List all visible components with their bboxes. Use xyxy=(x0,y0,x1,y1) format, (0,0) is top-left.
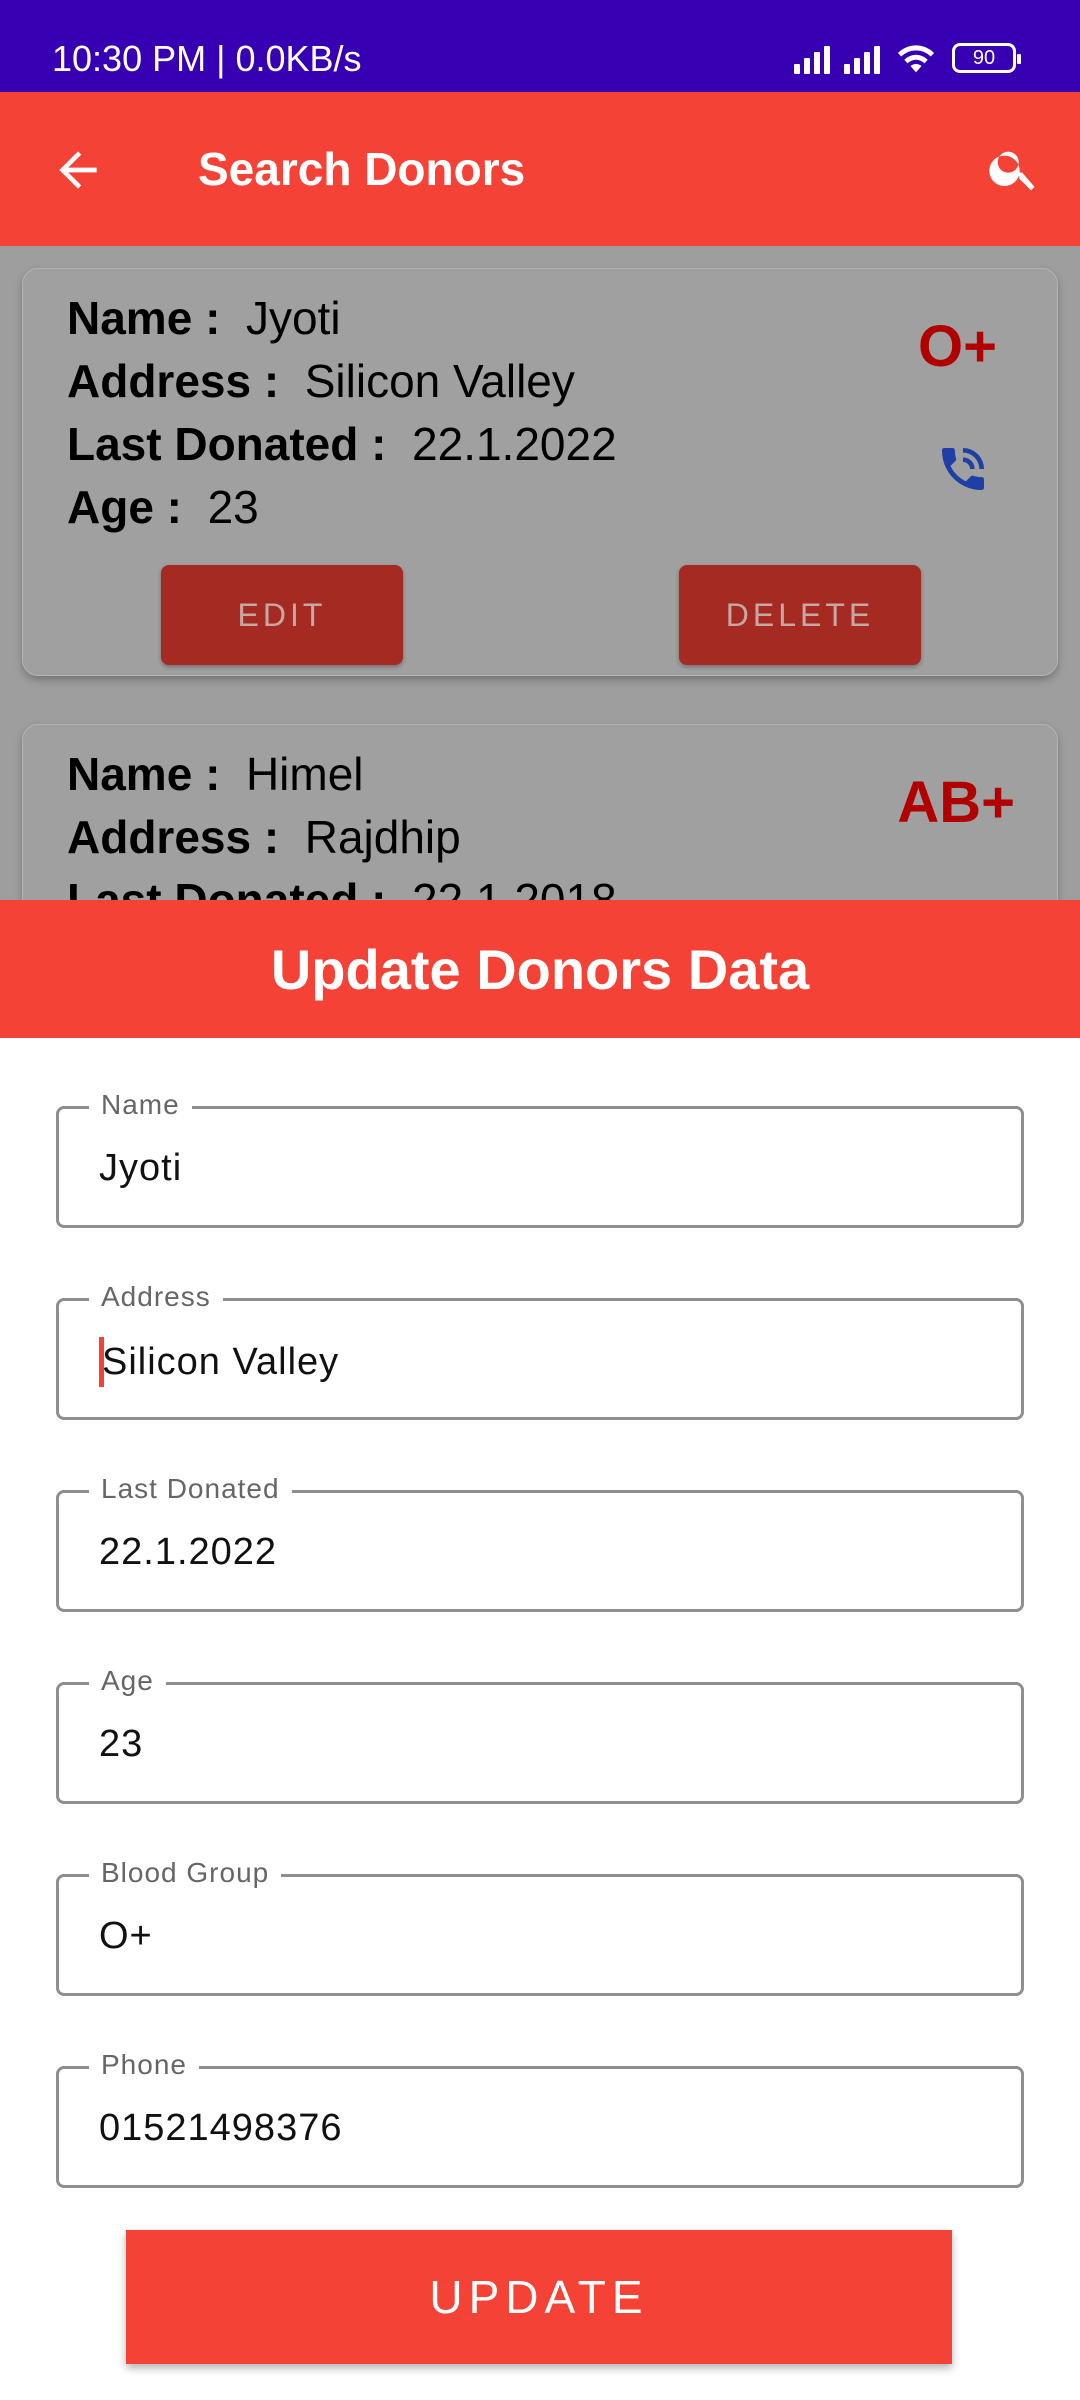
name-input[interactable]: Jyoti xyxy=(99,1147,182,1190)
edit-button[interactable]: EDIT xyxy=(161,565,403,665)
battery-level: 90 xyxy=(972,46,996,69)
donor-name: Himel xyxy=(245,748,364,800)
text-cursor xyxy=(99,1337,104,1387)
name-label: Name : xyxy=(67,748,221,800)
app-bar: Search Donors xyxy=(0,92,1080,246)
donor-last-donated-row: Last Donated : 22.1.2022 xyxy=(67,417,617,471)
field-label: Name xyxy=(89,1089,192,1121)
last-donated-field[interactable]: Last Donated 22.1.2022 xyxy=(56,1473,1024,1612)
name-label: Name : xyxy=(67,292,221,344)
address-input-wrap[interactable]: Silicon Valley xyxy=(99,1337,339,1389)
battery-icon: 90 xyxy=(952,43,1021,73)
update-dialog: Update Donors Data Name Jyoti Address Si… xyxy=(0,900,1080,2400)
donor-last-donated-row: Last Donated : 22.1.2018 xyxy=(67,873,617,900)
donor-address-row: Address : Rajdhip xyxy=(67,810,461,864)
age-label: Age : xyxy=(67,481,182,533)
age-field[interactable]: Age 23 xyxy=(56,1665,1024,1804)
field-label: Address xyxy=(89,1281,223,1313)
field-label: Age xyxy=(89,1665,166,1697)
name-field[interactable]: Name Jyoti xyxy=(56,1089,1024,1228)
page-title: Search Donors xyxy=(198,143,526,195)
donor-address: Rajdhip xyxy=(304,811,461,863)
address-label: Address : xyxy=(67,355,280,407)
status-icons: 90 xyxy=(794,40,1021,76)
donor-address-row: Address : Silicon Valley xyxy=(67,354,575,408)
donor-age: 23 xyxy=(207,481,259,533)
last-donated-label: Last Donated : xyxy=(67,874,387,900)
delete-button[interactable]: DELETE xyxy=(679,565,921,665)
status-bar: 10:30 PM | 0.0KB/s 90 xyxy=(0,0,1080,92)
phone-field[interactable]: Phone 01521498376 xyxy=(56,2049,1024,2188)
phone-input[interactable]: 01521498376 xyxy=(99,2107,342,2150)
donor-name-row: Name : Jyoti xyxy=(67,291,341,345)
last-donated-input[interactable]: 22.1.2022 xyxy=(99,1531,277,1574)
field-label: Last Donated xyxy=(89,1473,292,1505)
donor-address: Silicon Valley xyxy=(304,355,575,407)
last-donated-label: Last Donated : xyxy=(67,418,387,470)
status-time: 10:30 PM | 0.0KB/s xyxy=(52,38,362,79)
blood-group-badge: AB+ xyxy=(897,770,1015,835)
blood-group-input[interactable]: O+ xyxy=(99,1915,153,1958)
search-icon[interactable] xyxy=(986,140,1042,196)
age-input[interactable]: 23 xyxy=(99,1723,143,1766)
field-label: Phone xyxy=(89,2049,199,2081)
donor-list: Name : Jyoti Address : Silicon Valley La… xyxy=(0,246,1080,900)
wifi-icon xyxy=(898,45,934,73)
donor-last-donated: 22.1.2018 xyxy=(412,874,617,900)
phone-call-icon[interactable] xyxy=(935,441,991,497)
blood-group-field[interactable]: Blood Group O+ xyxy=(56,1857,1024,1996)
update-button[interactable]: UPDATE xyxy=(126,2230,952,2364)
donor-name-row: Name : Himel xyxy=(67,747,364,801)
signal-icon xyxy=(844,42,880,74)
address-field[interactable]: Address Silicon Valley xyxy=(56,1281,1024,1420)
donor-name: Jyoti xyxy=(245,292,341,344)
dialog-title: Update Donors Data xyxy=(0,900,1080,1038)
signal-icon xyxy=(794,42,830,74)
donor-card[interactable]: Name : Himel Address : Rajdhip Last Dona… xyxy=(22,724,1058,900)
field-label: Blood Group xyxy=(89,1857,282,1889)
address-input[interactable]: Silicon Valley xyxy=(102,1341,339,1383)
donor-age-row: Age : 23 xyxy=(67,480,259,534)
address-label: Address : xyxy=(67,811,280,863)
donor-last-donated: 22.1.2022 xyxy=(412,418,617,470)
blood-group-badge: O+ xyxy=(918,314,997,379)
back-arrow-icon[interactable] xyxy=(50,142,106,198)
donor-card[interactable]: Name : Jyoti Address : Silicon Valley La… xyxy=(22,268,1058,676)
